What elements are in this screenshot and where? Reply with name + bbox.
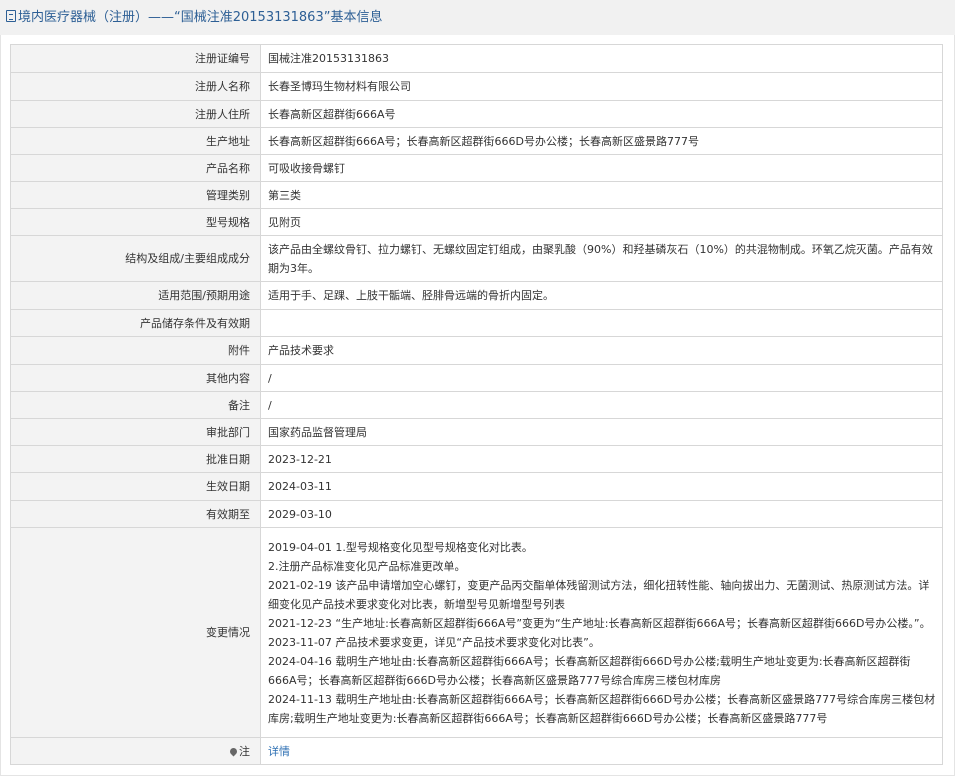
change-line: 2024-04-16 载明生产地址由:长春高新区超群街666A号；长春高新区超群… xyxy=(268,654,911,687)
table-row: 产品储存条件及有效期 xyxy=(10,309,943,337)
table-row: 审批部门 国家药品监督管理局 xyxy=(10,418,943,446)
row-value: 国械注准20153131863 xyxy=(260,44,943,73)
row-value: 见附页 xyxy=(260,208,943,236)
row-label: 备注 xyxy=(10,391,261,419)
row-value: 国家药品监督管理局 xyxy=(260,418,943,446)
row-value: 长春高新区超群街666A号；长春高新区超群街666D号办公楼；长春高新区盛景路7… xyxy=(260,127,943,155)
change-line: 2.注册产品标准变化见产品标准更改单。 xyxy=(268,559,466,573)
row-value: 该产品由全螺纹骨钉、拉力螺钉、无螺纹固定钉组成，由聚乳酸（90%）和羟基磷灰石（… xyxy=(260,235,943,282)
table-row: 附件 产品技术要求 xyxy=(10,336,943,365)
row-value: 长春高新区超群街666A号 xyxy=(260,100,943,128)
row-value: 适用于手、足踝、上肢干骺端、胫腓骨远端的骨折内固定。 xyxy=(260,281,943,310)
row-label: 有效期至 xyxy=(10,500,261,528)
change-line: 2021-12-23 “生产地址:长春高新区超群街666A号”变更为“生产地址:… xyxy=(268,616,931,630)
row-label: 产品名称 xyxy=(10,154,261,182)
table-row: 适用范围/预期用途 适用于手、足踝、上肢干骺端、胫腓骨远端的骨折内固定。 xyxy=(10,281,943,310)
table-row: 变更情况 2019-04-01 1.型号规格变化见型号规格变化对比表。 2.注册… xyxy=(10,527,943,738)
row-value: 2029-03-10 xyxy=(260,500,943,528)
row-label: 注册人名称 xyxy=(10,72,261,101)
table-row: 批准日期 2023-12-21 xyxy=(10,445,943,473)
details-link[interactable]: 详情 xyxy=(268,745,290,758)
info-panel: 注册证编号 国械注准20153131863 注册人名称 长春圣博玛生物材料有限公… xyxy=(0,35,955,776)
row-label: 生效日期 xyxy=(10,472,261,501)
row-label: 管理类别 xyxy=(10,181,261,209)
row-value: 产品技术要求 xyxy=(260,336,943,365)
row-label: 附件 xyxy=(10,336,261,365)
info-table: 注册证编号 国械注准20153131863 注册人名称 长春圣博玛生物材料有限公… xyxy=(10,44,943,765)
row-label: 注册人住所 xyxy=(10,100,261,128)
note-label-cell: 注 xyxy=(10,737,261,765)
change-line: 2023-11-07 产品技术要求变更，详见“产品技术要求变化对比表”。 xyxy=(268,635,600,649)
row-label: 型号规格 xyxy=(10,208,261,236)
table-row: 管理类别 第三类 xyxy=(10,181,943,209)
table-row: 注册人名称 长春圣博玛生物材料有限公司 xyxy=(10,72,943,101)
table-row: 备注 / xyxy=(10,391,943,419)
row-label: 产品储存条件及有效期 xyxy=(10,309,261,337)
table-row: 其他内容 / xyxy=(10,364,943,392)
pin-icon xyxy=(228,746,239,756)
note-value: 详情 xyxy=(260,737,943,765)
changes-value: 2019-04-01 1.型号规格变化见型号规格变化对比表。 2.注册产品标准变… xyxy=(260,527,943,738)
row-label: 适用范围/预期用途 xyxy=(10,281,261,310)
row-label: 生产地址 xyxy=(10,127,261,155)
change-line: 2024-11-13 载明生产地址由:长春高新区超群街666A号；长春高新区超群… xyxy=(268,692,936,725)
table-row: 有效期至 2029-03-10 xyxy=(10,500,943,528)
row-value: 第三类 xyxy=(260,181,943,209)
table-row: 结构及组成/主要组成成分 该产品由全螺纹骨钉、拉力螺钉、无螺纹固定钉组成，由聚乳… xyxy=(10,235,943,282)
row-label: 结构及组成/主要组成成分 xyxy=(10,235,261,282)
table-row: 产品名称 可吸收接骨螺钉 xyxy=(10,154,943,182)
row-label: 其他内容 xyxy=(10,364,261,392)
changes-label: 变更情况 xyxy=(10,527,261,738)
row-label: 注册证编号 xyxy=(10,44,261,73)
table-row: 注册人住所 长春高新区超群街666A号 xyxy=(10,100,943,128)
row-value: / xyxy=(260,364,943,392)
row-label: 审批部门 xyxy=(10,418,261,446)
table-row: 生效日期 2024-03-11 xyxy=(10,472,943,501)
table-row: 生产地址 长春高新区超群街666A号；长春高新区超群街666D号办公楼；长春高新… xyxy=(10,127,943,155)
change-line: 2019-04-01 1.型号规格变化见型号规格变化对比表。 xyxy=(268,540,533,554)
row-value: 长春圣博玛生物材料有限公司 xyxy=(260,72,943,101)
row-label: 批准日期 xyxy=(10,445,261,473)
row-value: 可吸收接骨螺钉 xyxy=(260,154,943,182)
page-title: 境内医疗器械（注册）——“国械注准20153131863”基本信息 xyxy=(18,10,383,25)
table-row: 注册证编号 国械注准20153131863 xyxy=(10,44,943,73)
row-value: / xyxy=(260,391,943,419)
table-row: 型号规格 见附页 xyxy=(10,208,943,236)
table-row: 注 详情 xyxy=(10,737,943,765)
document-icon xyxy=(6,10,16,22)
row-value: 2023-12-21 xyxy=(260,445,943,473)
note-label: 注 xyxy=(239,744,250,758)
row-value xyxy=(260,309,943,337)
page-header: 境内医疗器械（注册）——“国械注准20153131863”基本信息 xyxy=(0,0,955,35)
row-value: 2024-03-11 xyxy=(260,472,943,501)
change-line: 2021-02-19 该产品申请增加空心螺钉，变更产品丙交酯单体残留测试方法，细… xyxy=(268,578,930,611)
